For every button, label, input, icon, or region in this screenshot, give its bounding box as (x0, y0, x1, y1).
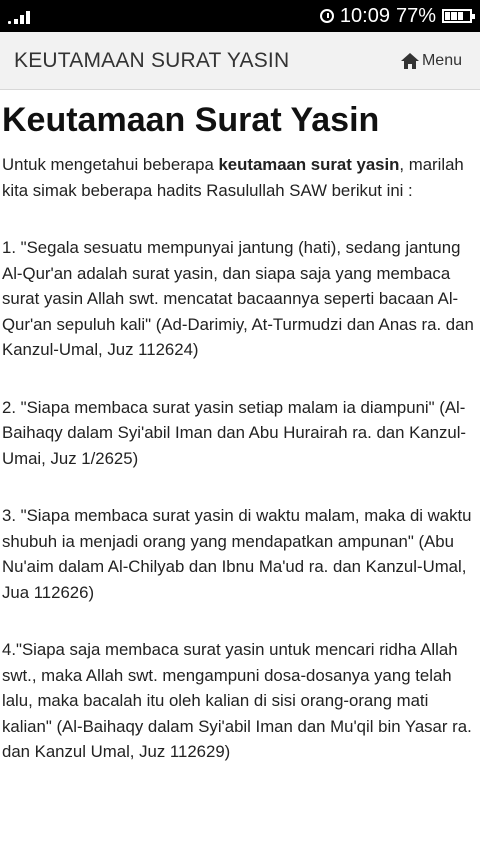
app-header: KEUTAMAAN SURAT YASIN Menu (0, 32, 480, 90)
home-icon (400, 52, 419, 69)
hadith-item-4: 4."Siapa saja membaca surat yasin untuk … (2, 640, 472, 761)
app-title: KEUTAMAAN SURAT YASIN (14, 48, 290, 72)
status-bar: 10:09 77% (0, 0, 480, 32)
hadith-item-2: 2. "Siapa membaca surat yasin setiap mal… (2, 397, 467, 468)
hadith-item-3: 3. "Siapa membaca surat yasin di waktu m… (2, 506, 472, 602)
article-content: Keutamaan Surat Yasin Untuk mengetahui b… (0, 94, 480, 765)
status-time: 10:09 (339, 4, 390, 27)
signal-icon (8, 8, 30, 24)
battery-percent: 77% (395, 4, 436, 27)
hadith-item-1: 1. "Segala sesuatu mempunyai jantung (ha… (2, 238, 474, 359)
intro-paragraph: Untuk mengetahui beberapa keutamaan sura… (0, 152, 480, 203)
battery-icon (442, 9, 475, 23)
menu-label: Menu (421, 51, 462, 69)
intro-bold-link: keutamaan surat yasin (218, 155, 400, 174)
menu-button[interactable]: Menu (400, 52, 462, 70)
alarm-icon (319, 9, 334, 23)
intro-text-start: Untuk mengetahui beberapa (2, 155, 219, 174)
page-title: Keutamaan Surat Yasin (2, 101, 380, 139)
